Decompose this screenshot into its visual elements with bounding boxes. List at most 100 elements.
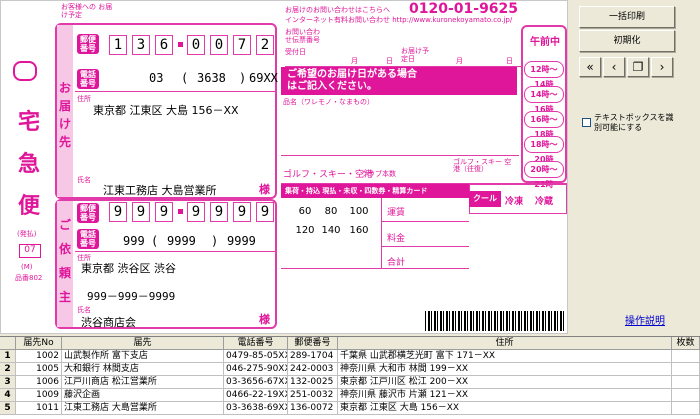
postal-digit[interactable]: 9 [187,202,205,222]
next-record-button[interactable]: › [651,57,673,77]
table-row[interactable]: 2 1005 大和銀行 林間支店 046-275-90XX 242-0003 神… [0,363,700,376]
table-cell[interactable]: 1005 [16,363,62,376]
postal-digit[interactable]: 9 [210,202,228,222]
row-number[interactable]: 5 [0,402,16,415]
fee-label: 運賃 [387,208,406,218]
row-number[interactable]: 2 [0,363,16,376]
time-slot-option[interactable]: 12時～14時 [524,61,564,89]
cool-option-chilled[interactable]: 冷蔵 [535,194,553,207]
table-cell[interactable]: 江戸川商店 松江営業所 [62,376,224,389]
postal-digit[interactable]: 3 [132,35,150,55]
table-cell[interactable]: 1006 [16,376,62,389]
column-header[interactable]: 枚数 [672,337,700,350]
postal-digit[interactable]: 9 [233,202,251,222]
sender-phone-last[interactable]: 9999 [227,234,256,248]
column-header[interactable]: 届先No [16,337,62,350]
table-cell[interactable] [672,402,700,415]
recipient-address[interactable]: 東京都 江東区 大島 156－XX [93,102,239,118]
table-cell[interactable]: 1009 [16,389,62,402]
table-cell[interactable]: 藤沢企画 [62,389,224,402]
table-cell[interactable]: 03-3656-67XX [224,376,288,389]
print-all-button[interactable]: 一括印刷 [579,6,675,28]
size-option[interactable]: 140 [317,225,345,236]
time-slot-option[interactable]: 20時～21時 [524,161,564,189]
size-option[interactable]: 120 [291,225,319,236]
phone-paren-close: ) [239,71,247,85]
table-cell[interactable]: 242-0003 [288,363,338,376]
table-cell[interactable] [672,350,700,363]
received-date-label: 受付日 [285,48,306,56]
table-cell[interactable]: 東京都 江東区 大島 156－XX [338,402,672,415]
sender-name[interactable]: 渋谷商店会 [81,314,136,330]
brand-char: 宅 [17,109,40,135]
size-option[interactable]: 60 [291,206,319,217]
table-cell[interactable]: 千葉県 山武郡横芝光町 富下 171－XX [338,350,672,363]
table-cell[interactable]: 251-0032 [288,389,338,402]
recipient-phone-mid[interactable]: 3638 [197,71,226,85]
table-cell[interactable]: 0466-22-19XX [224,389,288,402]
time-slot-option[interactable]: 18時～20時 [524,136,564,164]
row-number[interactable]: 4 [0,389,16,402]
first-record-button[interactable]: « [579,57,601,77]
postal-digit[interactable]: 1 [109,35,127,55]
help-link[interactable]: 操作説明 [625,312,665,327]
sender-phone-mid[interactable]: 9999 [167,234,196,248]
postal-digit[interactable]: 9 [256,202,274,222]
recipient-phone-area[interactable]: 03 [149,71,163,85]
grid-corner[interactable] [0,337,16,350]
table-cell[interactable]: 山武製作所 富下支店 [62,350,224,363]
sender-phone-2[interactable]: 999－999－9999 [87,288,175,304]
sama-label-2: 様 [259,313,270,326]
reset-button[interactable]: 初期化 [579,30,675,52]
column-header[interactable]: 郵便番号 [288,337,338,350]
postal-digit[interactable]: 9 [132,202,150,222]
table-cell[interactable] [672,363,700,376]
postal-digit[interactable]: 0 [210,35,228,55]
table-cell[interactable]: 136-0072 [288,402,338,415]
sender-address[interactable]: 東京都 渋谷区 渋谷 [81,260,176,276]
postal-digit[interactable]: 2 [256,35,274,55]
table-row[interactable]: 5 1011 江東工務店 大島営業所 03-3638-69XX 136-0072… [0,402,700,415]
table-cell[interactable]: 神奈川県 大和市 林間 199－XX [338,363,672,376]
identify-textbox-checkbox[interactable] [582,118,591,127]
table-cell[interactable]: 神奈川県 藤沢市 片瀬 121－XX [338,389,672,402]
recipient-name[interactable]: 江東工務店 大島営業所 [103,182,217,198]
table-row[interactable]: 4 1009 藤沢企画 0466-22-19XX 251-0032 神奈川県 藤… [0,389,700,402]
vchar: お [58,81,71,95]
table-cell[interactable]: 東京都 江戸川区 松江 200－XX [338,376,672,389]
column-header[interactable]: 住所 [338,337,672,350]
table-cell[interactable]: 大和銀行 林間支店 [62,363,224,376]
postal-digit[interactable]: 6 [155,35,173,55]
row-number[interactable]: 3 [0,376,16,389]
postal-digit[interactable]: 0 [187,35,205,55]
table-row[interactable]: 3 1006 江戸川商店 松江営業所 03-3656-67XX 132-0025… [0,376,700,389]
table-cell[interactable]: 0479-85-05XX [224,350,288,363]
column-header[interactable]: 電話番号 [224,337,288,350]
size-option[interactable]: 80 [317,206,345,217]
table-cell[interactable]: 江東工務店 大島営業所 [62,402,224,415]
postal-digit[interactable]: 9 [109,202,127,222]
window-icon[interactable]: ❐ [627,57,649,77]
postal-digit[interactable]: 7 [233,35,251,55]
table-cell[interactable]: 03-3638-69XX [224,402,288,415]
size-option[interactable]: 160 [345,225,373,236]
time-slot-option[interactable]: 14時～16時 [524,86,564,114]
table-cell[interactable]: 1002 [16,350,62,363]
recipient-phone-last[interactable]: 69XX [249,71,278,85]
table-cell[interactable] [672,389,700,402]
table-cell[interactable]: 046-275-90XX [224,363,288,376]
postal-dash [178,209,183,214]
prev-record-button[interactable]: ‹ [603,57,625,77]
postal-digit[interactable]: 9 [155,202,173,222]
time-slot-option[interactable]: 16時～18時 [524,111,564,139]
sender-phone-area[interactable]: 999 [123,234,145,248]
column-header[interactable]: 届先 [62,337,224,350]
table-cell[interactable]: 289-1704 [288,350,338,363]
table-cell[interactable]: 1011 [16,402,62,415]
table-row[interactable]: 1 1002 山武製作所 富下支店 0479-85-05XX 289-1704 … [0,350,700,363]
size-option[interactable]: 100 [345,206,373,217]
table-cell[interactable] [672,376,700,389]
cool-option-frozen[interactable]: 冷凍 [505,194,523,207]
table-cell[interactable]: 132-0025 [288,376,338,389]
row-number[interactable]: 1 [0,350,16,363]
